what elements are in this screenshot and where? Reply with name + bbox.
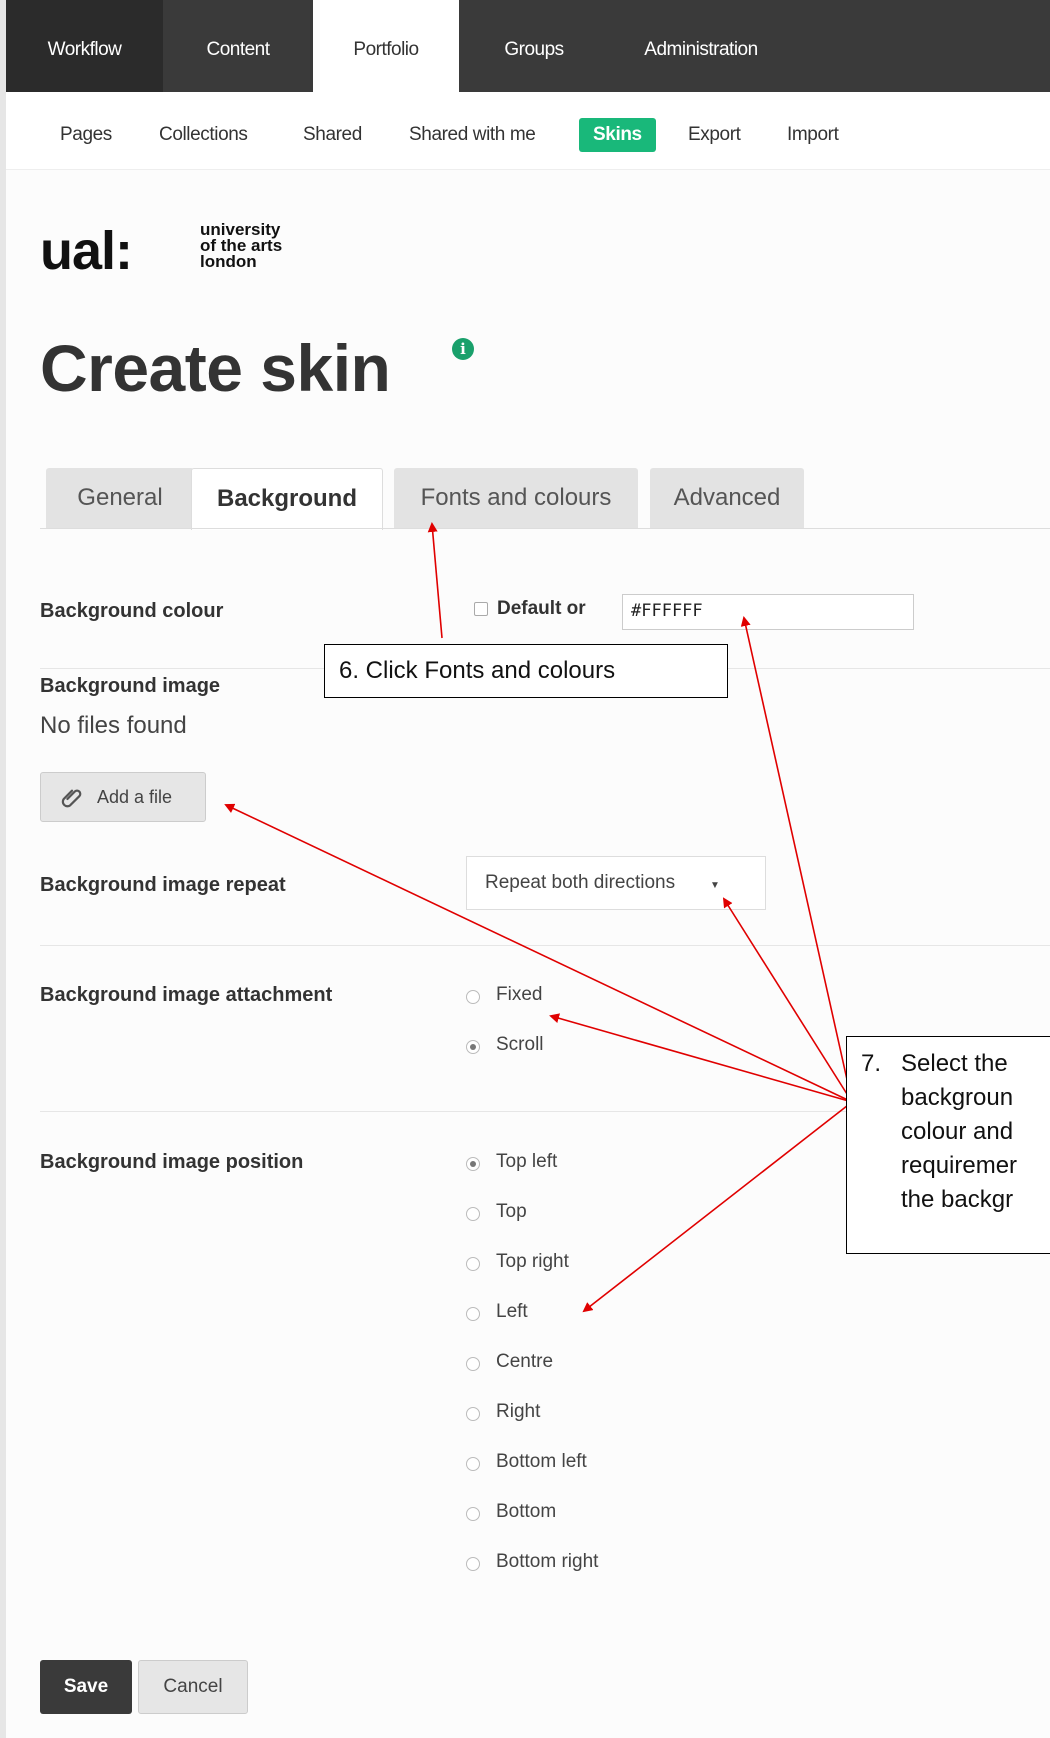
radio-label-fixed: Fixed: [496, 984, 543, 1005]
tabs-divider: [40, 528, 1050, 529]
page-title: Create skin: [40, 331, 391, 405]
nav-portfolio[interactable]: Portfolio: [313, 0, 459, 92]
radio-right[interactable]: [466, 1407, 480, 1421]
radio-bottom-left[interactable]: [466, 1457, 480, 1471]
radio-label-bottom: Bottom: [496, 1501, 557, 1522]
nav-content[interactable]: Content: [163, 0, 313, 92]
bg-colour-input[interactable]: #FFFFFF: [622, 594, 914, 630]
position-label: Background image position: [40, 1151, 304, 1173]
callout-step-7: 7. Select the backgroun colour and requi…: [846, 1036, 1050, 1254]
nav-groups[interactable]: Groups: [459, 0, 609, 92]
no-files-text: No files found: [40, 712, 187, 739]
bg-image-label: Background image: [40, 675, 221, 697]
sub-nav: Pages Collections Shared Shared with me …: [6, 92, 1050, 170]
caret-down-icon: ▼: [710, 880, 720, 891]
radio-scroll[interactable]: [466, 1040, 480, 1054]
subnav-import[interactable]: Import: [787, 118, 839, 152]
radio-label-centre: Centre: [496, 1351, 554, 1372]
radio-label-left: Left: [496, 1301, 528, 1322]
radio-left[interactable]: [466, 1307, 480, 1321]
radio-bottom-right[interactable]: [466, 1557, 480, 1571]
radio-top-right[interactable]: [466, 1257, 480, 1271]
subnav-skins[interactable]: Skins: [579, 118, 656, 152]
repeat-label: Background image repeat: [40, 874, 286, 896]
radio-bottom[interactable]: [466, 1507, 480, 1521]
radio-label-top: Top: [496, 1201, 527, 1222]
radio-label-top-left: Top left: [496, 1151, 558, 1172]
radio-label-scroll: Scroll: [496, 1034, 544, 1055]
divider: [40, 945, 1050, 946]
subnav-shared[interactable]: Shared: [303, 118, 362, 152]
repeat-select[interactable]: Repeat both directions: [466, 856, 766, 910]
radio-centre[interactable]: [466, 1357, 480, 1371]
subnav-shared-with-me[interactable]: Shared with me: [409, 118, 536, 152]
subnav-pages[interactable]: Pages: [60, 118, 112, 152]
radio-label-bottom-left: Bottom left: [496, 1451, 587, 1472]
logo-text: university of the arts london: [200, 220, 283, 271]
nav-administration[interactable]: Administration: [609, 0, 793, 92]
radio-label-bottom-right: Bottom right: [496, 1551, 599, 1572]
radio-fixed[interactable]: [466, 990, 480, 1004]
tab-advanced[interactable]: Advanced: [650, 468, 804, 528]
tab-fonts-and-colours[interactable]: Fonts and colours: [394, 468, 638, 528]
top-nav: Workflow Content Portfolio Groups Admini…: [6, 0, 1050, 92]
callout-step-6: 6. Click Fonts and colours: [324, 644, 728, 698]
default-checkbox[interactable]: [474, 602, 488, 616]
add-file-button[interactable]: Add a file: [40, 772, 206, 822]
radio-top-left[interactable]: [466, 1157, 480, 1171]
cancel-button[interactable]: Cancel: [138, 1660, 248, 1714]
bg-colour-label: Background colour: [40, 600, 224, 622]
tab-general[interactable]: General: [46, 468, 194, 528]
radio-label-top-right: Top right: [496, 1251, 569, 1272]
tab-background[interactable]: Background: [191, 468, 383, 530]
attachment-label: Background image attachment: [40, 984, 333, 1006]
nav-workflow[interactable]: Workflow: [6, 0, 163, 92]
add-file-label: Add a file: [97, 787, 173, 807]
radio-top[interactable]: [466, 1207, 480, 1221]
subnav-collections[interactable]: Collections: [159, 118, 248, 152]
subnav-export[interactable]: Export: [688, 118, 741, 152]
radio-label-right: Right: [496, 1401, 541, 1422]
paperclip-icon: [61, 789, 82, 808]
logo-mark: ual:: [40, 221, 133, 281]
save-button[interactable]: Save: [40, 1660, 132, 1714]
info-icon[interactable]: i: [452, 338, 474, 360]
default-or-label: Default or: [497, 598, 586, 619]
